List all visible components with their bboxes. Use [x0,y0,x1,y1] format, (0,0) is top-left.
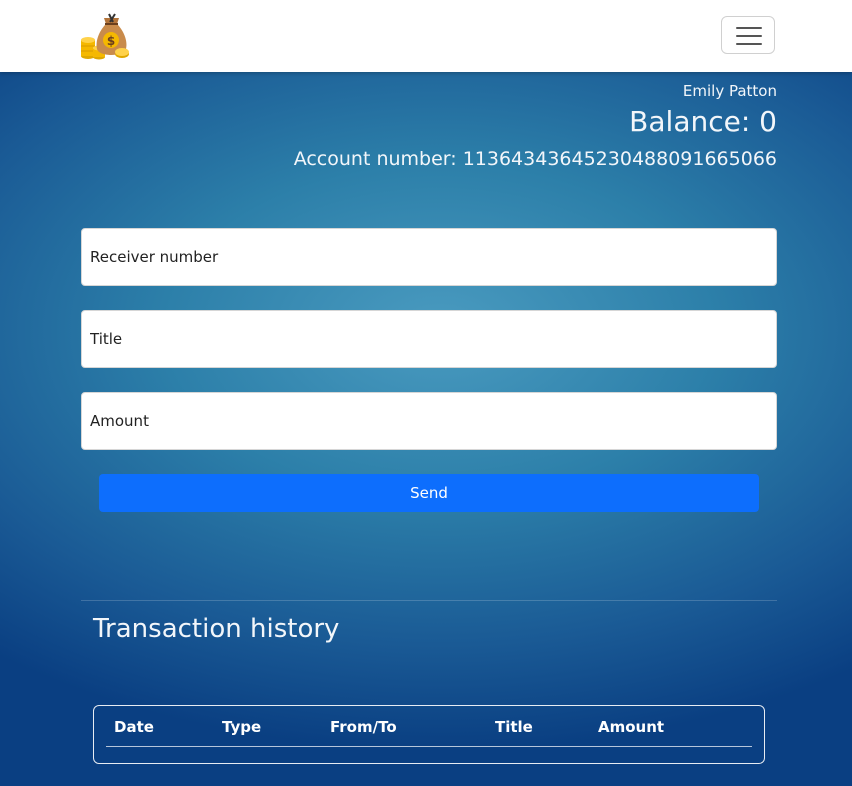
table-header-divider [106,746,752,747]
title-input[interactable] [81,310,777,368]
hamburger-menu-icon-bar [736,35,762,37]
menu-toggle-button[interactable] [721,16,775,54]
column-header-title[interactable]: Title [495,718,533,736]
send-button[interactable]: Send [99,474,759,512]
svg-text:$: $ [107,34,115,48]
receiver-number-input[interactable] [81,228,777,286]
account-number: Account number: 113643436452304880916650… [293,148,777,170]
column-header-amount[interactable]: Amount [598,718,664,736]
hamburger-menu-icon [736,27,762,29]
section-divider [81,600,777,601]
money-bag-coins-icon[interactable]: $ [80,10,132,62]
column-header-from-to[interactable]: From/To [330,718,397,736]
column-header-date[interactable]: Date [114,718,154,736]
transaction-history-table: Date Type From/To Title Amount [93,705,765,764]
hamburger-menu-icon-bar [736,43,762,45]
column-header-type[interactable]: Type [222,718,261,736]
balance-display: Balance: 0 [629,105,777,138]
user-name: Emily Patton [682,82,777,100]
navbar: $ [0,0,852,72]
amount-input[interactable] [81,392,777,450]
transaction-history-title: Transaction history [93,614,340,644]
